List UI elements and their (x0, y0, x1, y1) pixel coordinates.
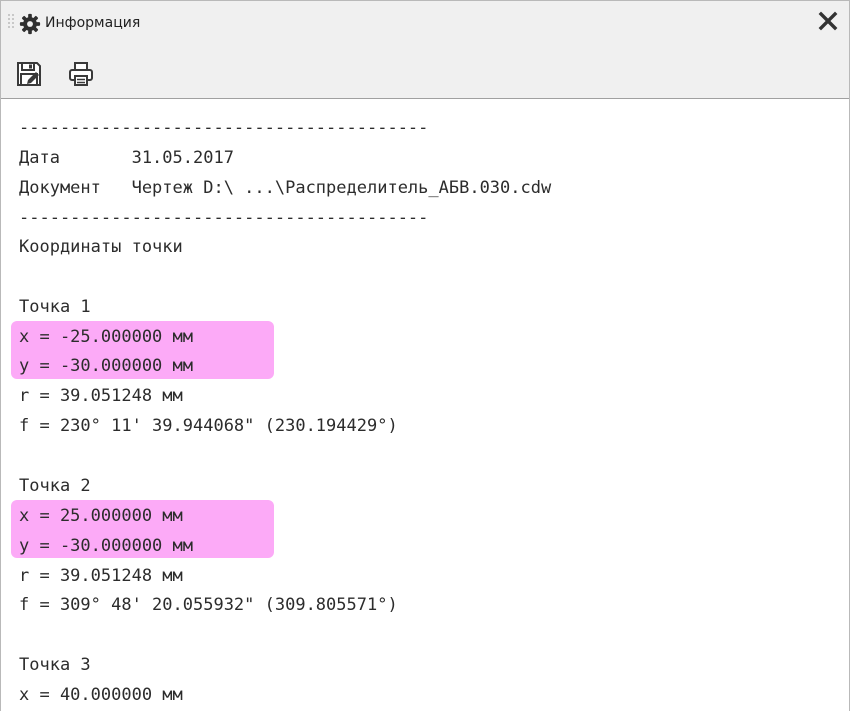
gear-icon (19, 13, 41, 35)
window-title: Информация (45, 15, 141, 31)
document-line: Документ Чертеж D:\ ...\Распределитель_А… (19, 178, 552, 198)
separator-top: ---------------------------------------- (19, 118, 429, 138)
point-1-r: r = 39.051248 мм (19, 386, 183, 406)
title-bar: Информация (1, 1, 849, 51)
grip-icon[interactable] (7, 13, 17, 33)
print-icon[interactable] (67, 60, 95, 88)
info-panel: Информация -----------------------------… (0, 0, 850, 711)
date-line: Дата 31.05.2017 (19, 148, 234, 168)
close-icon[interactable] (817, 10, 839, 32)
point-1-y: y = -30.000000 мм (19, 356, 193, 376)
point-2-x: x = 25.000000 мм (19, 506, 183, 526)
report-content: ----------------------------------------… (1, 99, 849, 711)
point-1-name: Точка 1 (19, 297, 91, 317)
point-2-r: r = 39.051248 мм (19, 566, 183, 586)
point-2-y: y = -30.000000 мм (19, 536, 193, 556)
separator-bottom: ---------------------------------------- (19, 208, 429, 228)
point-3-name: Точка 3 (19, 655, 91, 675)
point-2-name: Точка 2 (19, 476, 91, 496)
point-1-x: x = -25.000000 мм (19, 327, 193, 347)
point-3-x: x = 40.000000 мм (19, 685, 183, 705)
section-title: Координаты точки (19, 237, 183, 257)
save-icon[interactable] (15, 60, 43, 88)
point-2-f: f = 309° 48' 20.055932" (309.805571°) (19, 595, 398, 615)
point-1-f: f = 230° 11' 39.944068" (230.194429°) (19, 416, 398, 436)
toolbar (1, 51, 849, 99)
